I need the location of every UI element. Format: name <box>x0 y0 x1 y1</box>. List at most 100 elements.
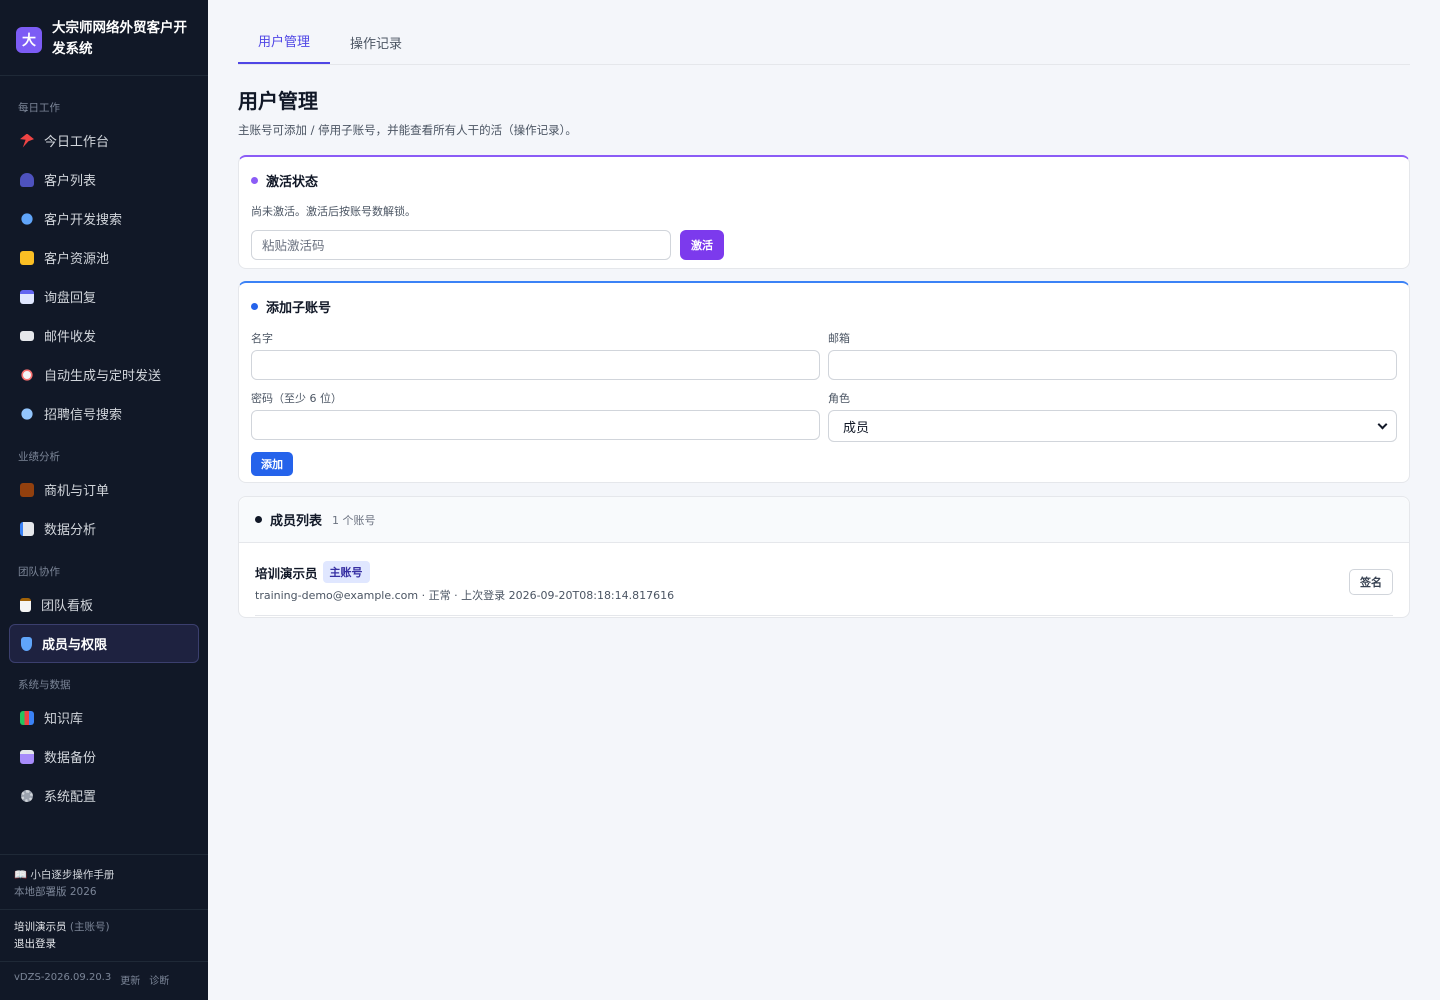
page-title: 用户管理 <box>238 89 318 113</box>
nav-group-team: 团队协作 团队看板 成员与权限 <box>0 564 208 663</box>
search-icon <box>21 212 33 225</box>
add-account-title: 添加子账号 <box>251 297 1397 316</box>
gear-icon <box>21 789 33 802</box>
logout-link[interactable]: 退出登录 <box>14 936 194 951</box>
name-label: 名字 <box>251 332 273 345</box>
password-input[interactable] <box>251 410 820 440</box>
role-badge: 主账号 <box>322 561 370 583</box>
brand: 大 大宗师网络外贸客户开发系统 <box>0 0 208 76</box>
pin-icon <box>20 133 34 148</box>
member-list-card: 成员列表 1 个账号 培训演示员 主账号 training-demo@examp… <box>238 496 1410 618</box>
member-info: 培训演示员 主账号 training-demo@example.com · 正常… <box>255 561 674 603</box>
sidebar-item-label: 商机与订单 <box>44 484 110 499</box>
users-icon <box>20 172 34 187</box>
member-name: 培训演示员 <box>255 565 318 581</box>
sidebar-item-knowledge[interactable]: 知识库 <box>0 698 208 737</box>
add-account-title-text: 添加子账号 <box>266 301 332 316</box>
tab-operation-log[interactable]: 操作记录 <box>330 33 422 64</box>
diagnose-link[interactable]: 诊断 <box>149 972 169 987</box>
tab-user-management[interactable]: 用户管理 <box>238 31 331 64</box>
sidebar-item-backup[interactable]: 数据备份 <box>0 737 208 776</box>
sidebar-item-customers[interactable]: 客户列表 <box>0 160 208 199</box>
briefcase-icon <box>20 482 34 497</box>
add-account-form: 名字 邮箱 密码（至少 6 位） 角色 成员 <box>251 330 1397 452</box>
activation-code-input[interactable] <box>251 230 671 260</box>
email-label: 邮箱 <box>828 332 850 345</box>
sidebar-item-label: 系统配置 <box>44 790 97 805</box>
sidebar-item-search[interactable]: 客户开发搜索 <box>0 199 208 238</box>
sidebar-item-members[interactable]: 成员与权限 <box>9 624 199 663</box>
member-name-line: 培训演示员 主账号 <box>255 561 674 583</box>
list-dot-icon <box>255 516 262 523</box>
sidebar-footer: 📖 小白逐步操作手册 本地部署版 2026 培训演示员 (主账号) 退出登录 v… <box>0 854 208 1000</box>
role-field-group: 角色 成员 <box>828 390 1397 442</box>
nav-group-label: 业绩分析 <box>18 451 60 463</box>
activation-title: 激活状态 <box>251 171 1397 190</box>
magnifier-icon <box>21 407 33 420</box>
sidebar-item-config[interactable]: 系统配置 <box>0 776 208 815</box>
sidebar-item-inquiry[interactable]: 询盘回复 <box>0 277 208 316</box>
nav-group-daily: 每日工作 今日工作台 客户列表 客户开发搜索 客户资源池 询盘回复 邮件收发 自… <box>0 100 208 433</box>
name-field-group: 名字 <box>251 330 820 380</box>
sidebar-item-label: 自动生成与定时发送 <box>44 369 162 384</box>
sidebar-item-deals[interactable]: 商机与订单 <box>0 470 208 509</box>
activation-message: 尚未激活。激活后按账号数解锁。 <box>251 205 416 218</box>
email-input[interactable] <box>828 350 1397 380</box>
nav-group-performance: 业绩分析 商机与订单 数据分析 <box>0 449 208 548</box>
nav-group-label: 团队协作 <box>18 566 60 578</box>
sidebar-item-label: 团队看板 <box>41 599 94 614</box>
add-account-card: 添加子账号 名字 邮箱 密码（至少 6 位） 角色 成员 添加 <box>238 281 1410 483</box>
page-description: 主账号可添加 / 停用子账号，并能查看所有人干的活（操作记录）。 <box>238 123 577 137</box>
sidebar-item-label: 询盘回复 <box>44 291 97 306</box>
signature-button[interactable]: 签名 <box>1349 569 1393 595</box>
sidebar-item-workbench[interactable]: 今日工作台 <box>0 121 208 160</box>
add-button[interactable]: 添加 <box>251 452 293 476</box>
role-select[interactable]: 成员 <box>828 410 1397 442</box>
brand-logo: 大 <box>16 27 42 53</box>
sidebar-item-analytics[interactable]: 数据分析 <box>0 509 208 548</box>
sidebar-item-label: 数据备份 <box>44 751 97 766</box>
password-label: 密码（至少 6 位） <box>251 392 342 405</box>
sidebar-item-label: 知识库 <box>44 712 84 727</box>
password-field-group: 密码（至少 6 位） <box>251 390 820 442</box>
activation-card: 激活状态 尚未激活。激活后按账号数解锁。 激活 <box>238 155 1410 269</box>
main-content: 用户管理 操作记录 用户管理 主账号可添加 / 停用子账号，并能查看所有人干的活… <box>238 0 1410 618</box>
manual-link[interactable]: 📖 小白逐步操作手册 本地部署版 2026 <box>0 854 208 909</box>
sidebar-item-board[interactable]: 团队看板 <box>0 585 208 624</box>
floppy-icon <box>20 749 34 764</box>
nav-group-label: 每日工作 <box>18 102 60 114</box>
sidebar-item-mail[interactable]: 邮件收发 <box>0 316 208 355</box>
sidebar-item-pool[interactable]: 客户资源池 <box>0 238 208 277</box>
sidebar-item-autosend[interactable]: 自动生成与定时发送 <box>0 355 208 394</box>
tab-bar: 用户管理 操作记录 <box>238 0 1410 65</box>
chart-icon <box>20 521 34 536</box>
name-input[interactable] <box>251 350 820 380</box>
status-dot-icon <box>251 177 258 184</box>
role-label: 角色 <box>828 392 850 405</box>
status-dot-icon <box>251 303 258 310</box>
member-list-header: 成员列表 1 个账号 <box>239 497 1409 543</box>
mail-icon <box>20 330 34 341</box>
sidebar-item-label: 招聘信号搜索 <box>44 408 123 423</box>
activation-row: 激活 <box>251 230 1397 260</box>
current-user-name: 培训演示员 <box>14 921 67 933</box>
member-list-title: 成员列表 <box>270 514 323 529</box>
activation-title-text: 激活状态 <box>266 175 319 190</box>
sidebar-item-label: 客户资源池 <box>44 252 110 267</box>
activate-button[interactable]: 激活 <box>680 230 724 260</box>
email-field-group: 邮箱 <box>828 330 1397 380</box>
member-row: 培训演示员 主账号 training-demo@example.com · 正常… <box>255 543 1393 616</box>
role-select-value: 成员 <box>843 420 870 436</box>
sidebar-item-label: 数据分析 <box>44 523 97 538</box>
alarm-icon <box>21 368 33 381</box>
sidebar-item-label: 客户开发搜索 <box>44 213 123 228</box>
nav-group-system: 系统与数据 知识库 数据备份 系统配置 <box>0 677 208 815</box>
sidebar-item-label: 客户列表 <box>44 174 97 189</box>
sidebar-item-label: 成员与权限 <box>42 638 108 653</box>
version-bar: vDZS-2026.09.20.3 更新 诊断 <box>0 961 208 1000</box>
update-link[interactable]: 更新 <box>120 972 140 987</box>
current-user-role: (主账号) <box>69 921 110 933</box>
user-box: 培训演示员 (主账号) 退出登录 <box>0 909 208 961</box>
member-count: 1 个账号 <box>332 513 376 527</box>
sidebar-item-hiring[interactable]: 招聘信号搜索 <box>0 394 208 433</box>
